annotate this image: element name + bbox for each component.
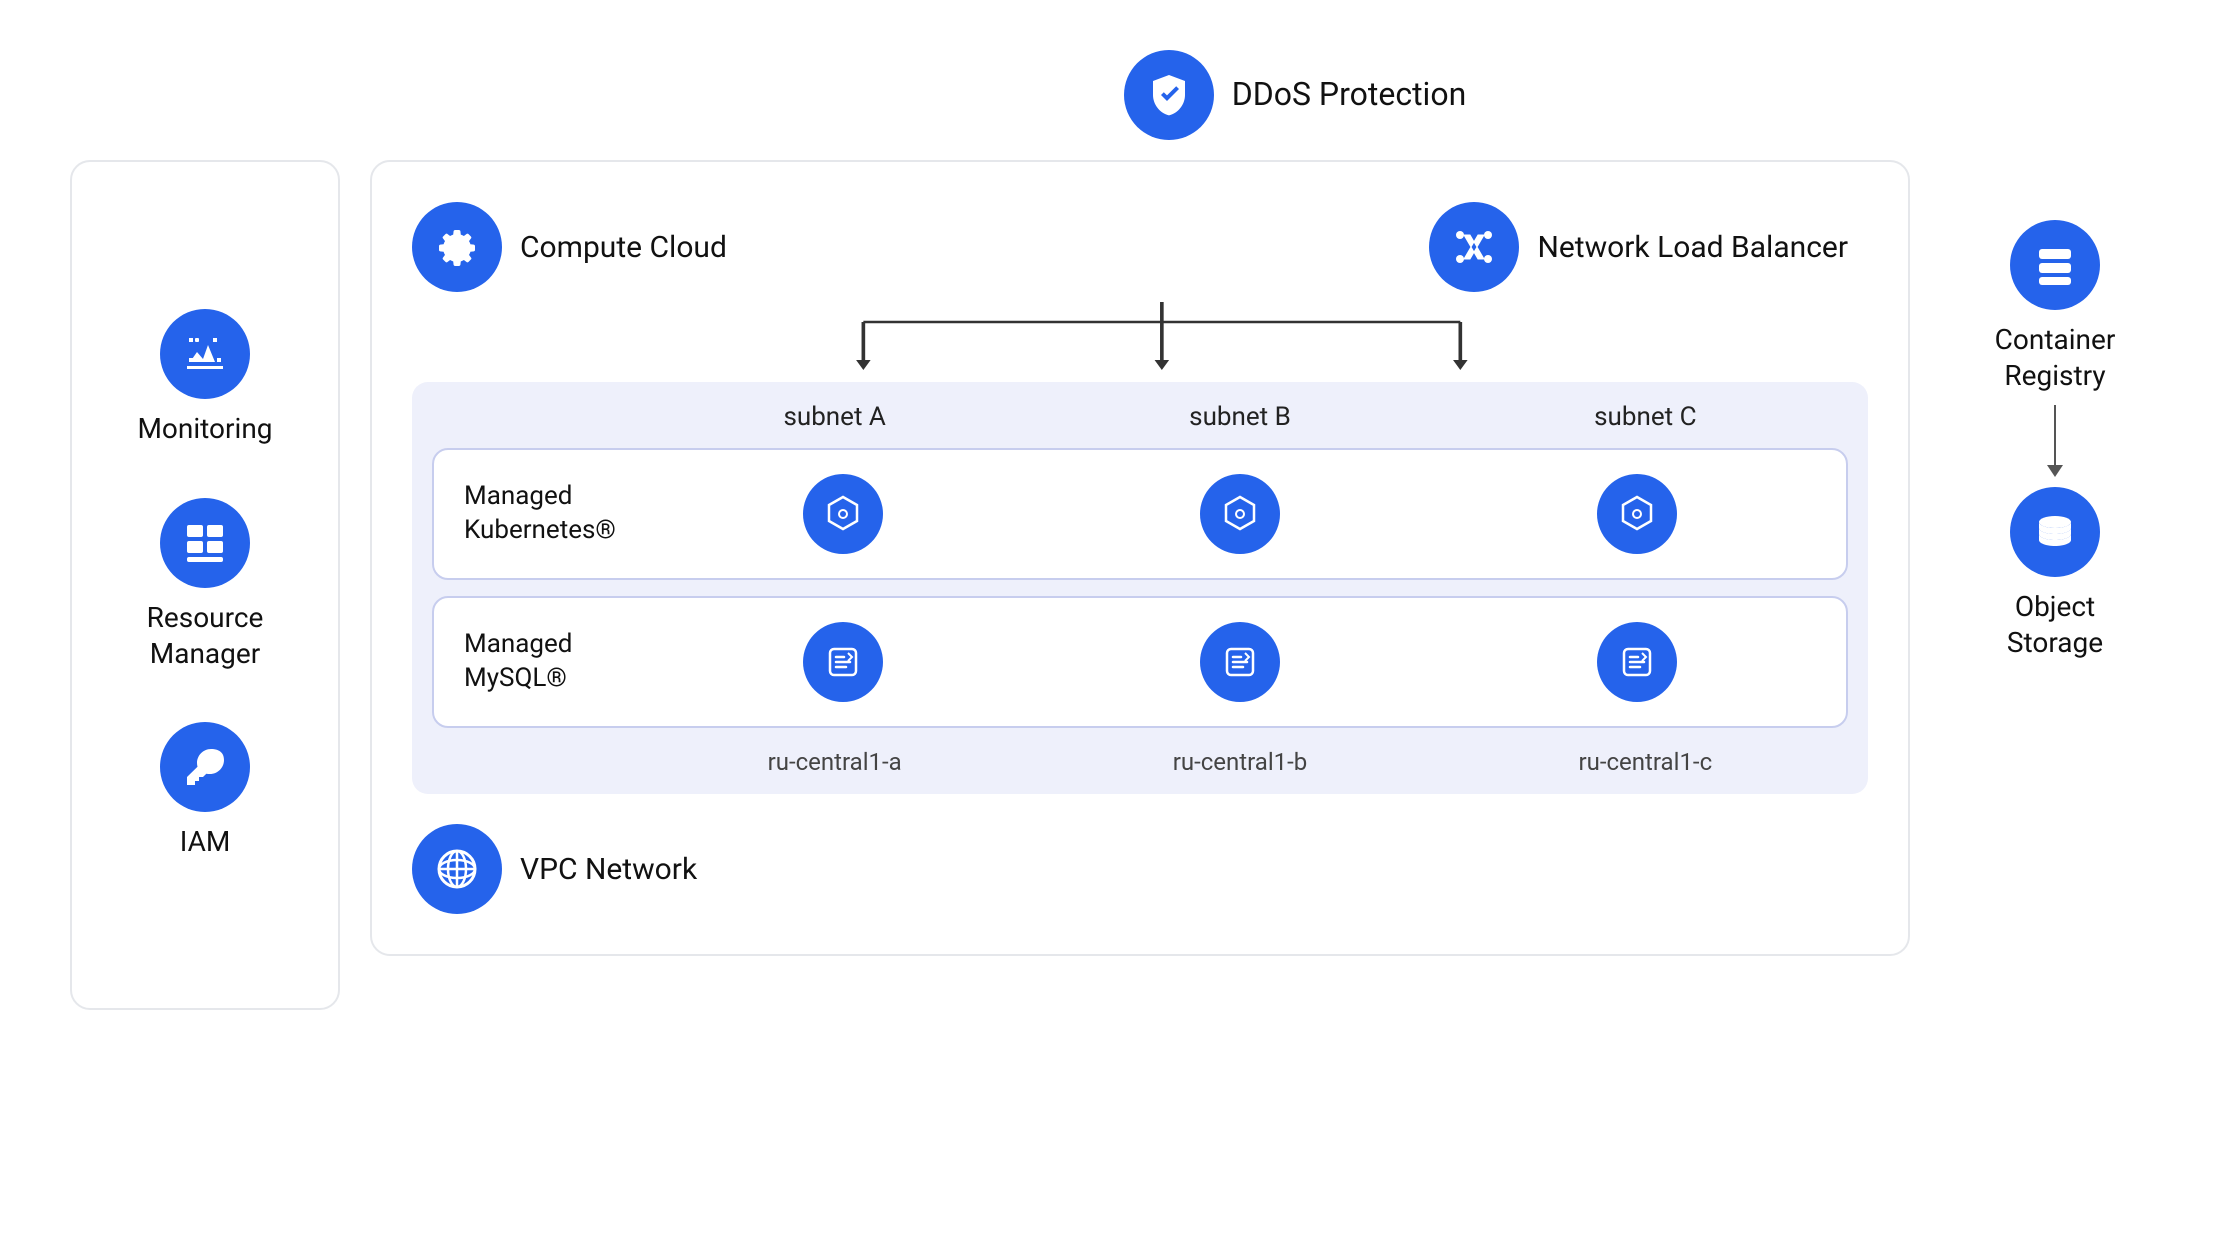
kubernetes-row: ManagedKubernetes® (432, 448, 1848, 580)
ddos-section: DDoS Protection (1124, 50, 1467, 140)
object-storage-block: ObjectStorage (2007, 487, 2103, 662)
mysql-node-c (1597, 622, 1677, 702)
resource-manager-icon (160, 498, 250, 588)
iam-icon (160, 722, 250, 812)
mysql-icon-c (1439, 622, 1836, 702)
vpc-row: VPC Network (412, 824, 1868, 914)
container-registry-icon (2010, 220, 2100, 310)
main-row: Monitoring ResourceManager IAM (70, 160, 2170, 1010)
zone-b-label: ru-central1-b (1037, 748, 1442, 776)
compute-cloud-label: Compute Cloud (520, 228, 727, 267)
container-registry-label: ContainerRegistry (1995, 322, 2116, 395)
k8s-node-c (1597, 474, 1677, 554)
right-panel: ContainerRegistry ObjectStorage (1940, 160, 2170, 662)
kubernetes-icon-c (1439, 474, 1836, 554)
subnet-a-header: subnet A (632, 402, 1037, 432)
monitoring-block: Monitoring (137, 309, 272, 447)
mysql-icon-a (644, 622, 1041, 702)
compute-cloud-block: Compute Cloud (412, 202, 727, 292)
mysql-row: ManagedMySQL® (432, 596, 1848, 728)
nlb-block: Network Load Balancer (1429, 202, 1848, 292)
left-panel: Monitoring ResourceManager IAM (70, 160, 340, 1010)
center-panel: Compute Cloud Network Load Balancer (370, 160, 1910, 956)
nlb-label: Network Load Balancer (1537, 228, 1848, 267)
zone-a-label: ru-central1-a (632, 748, 1037, 776)
iam-block: IAM (160, 722, 250, 860)
kubernetes-icon-b (1041, 474, 1438, 554)
object-storage-label: ObjectStorage (2007, 589, 2103, 662)
arrow-tip (2047, 465, 2063, 477)
center-top: Compute Cloud Network Load Balancer (412, 202, 1868, 292)
ddos-icon (1124, 50, 1214, 140)
monitoring-label: Monitoring (137, 411, 272, 447)
subnet-headers: subnet A subnet B subnet C (432, 402, 1848, 432)
nlb-connector-svg (412, 302, 1868, 372)
vpc-label: VPC Network (520, 850, 697, 889)
kubernetes-label: ManagedKubernetes® (444, 480, 644, 548)
container-registry-block: ContainerRegistry (1995, 220, 2116, 395)
kubernetes-icon-a (644, 474, 1041, 554)
diagram-root: DDoS Protection Monitoring ResourceManag (70, 50, 2170, 1210)
k8s-node-a (803, 474, 883, 554)
arrow-line (2054, 405, 2056, 465)
resource-manager-label: ResourceManager (147, 600, 264, 673)
cr-to-os-arrow (2047, 405, 2063, 477)
ddos-label: DDoS Protection (1232, 74, 1467, 116)
zone-labels: ru-central1-a ru-central1-b ru-central1-… (432, 748, 1848, 776)
mysql-label: ManagedMySQL® (444, 628, 644, 696)
vpc-icon (412, 824, 502, 914)
compute-cloud-icon (412, 202, 502, 292)
subnets-container: subnet A subnet B subnet C ManagedKubern… (412, 382, 1868, 794)
mysql-node-b (1200, 622, 1280, 702)
iam-label: IAM (180, 824, 231, 860)
monitoring-icon (160, 309, 250, 399)
mysql-icon-b (1041, 622, 1438, 702)
zone-c-label: ru-central1-c (1443, 748, 1848, 776)
resource-manager-block: ResourceManager (147, 498, 264, 673)
k8s-node-b (1200, 474, 1280, 554)
object-storage-icon (2010, 487, 2100, 577)
mysql-node-a (803, 622, 883, 702)
subnet-b-header: subnet B (1037, 402, 1442, 432)
nlb-icon (1429, 202, 1519, 292)
subnet-c-header: subnet C (1443, 402, 1848, 432)
